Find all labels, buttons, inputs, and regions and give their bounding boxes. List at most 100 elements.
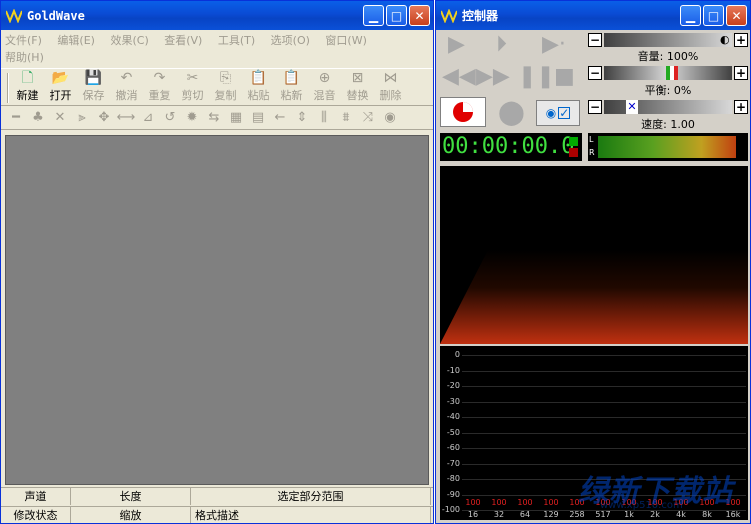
control-maximize-button[interactable]: □ — [703, 5, 724, 26]
effect-tool-icon[interactable]: ⟷ — [115, 110, 137, 125]
toolbar-button-save[interactable]: 💾 保存 — [77, 69, 110, 103]
menu-window[interactable]: 窗口(W) — [325, 32, 366, 49]
balance-knob-icon[interactable] — [666, 65, 678, 80]
eq-gridline — [462, 355, 746, 356]
play-icon: ▶ — [448, 32, 465, 57]
copy-icon: ⎘ — [219, 70, 232, 86]
radio-icon: ◉ — [545, 106, 557, 120]
effect-tool-icon[interactable]: ✹ — [181, 110, 203, 125]
eq-freq-label: 8k — [702, 510, 712, 519]
speed-knob-icon[interactable]: ✕ — [626, 99, 638, 114]
options-toggle[interactable]: ◉ ✓ — [536, 100, 580, 126]
effect-tool-icon[interactable]: ▤ — [247, 110, 269, 125]
fast-forward-button[interactable]: ▶▶ — [476, 64, 510, 89]
maximize-button[interactable]: □ — [386, 5, 407, 26]
volume-track[interactable]: ◐ — [604, 32, 732, 47]
speed-minus-button[interactable]: − — [588, 99, 602, 114]
effect-tool-icon[interactable]: ◉ — [379, 110, 401, 125]
eq-db-label: -60 — [446, 443, 460, 452]
balance-minus-button[interactable]: − — [588, 65, 602, 80]
toolbar-button-open-folder[interactable]: 📂 打开 — [44, 69, 77, 103]
toolbar-button-copy[interactable]: ⎘ 复制 — [209, 69, 242, 103]
record-button[interactable] — [440, 97, 486, 127]
effect-tool-icon[interactable]: ← — [269, 110, 291, 125]
toolbar-button-replace[interactable]: ⊠ 替换 — [341, 69, 374, 103]
effect-tool-icon[interactable]: ⇆ — [203, 110, 225, 125]
volume-knob-icon[interactable]: ◐ — [720, 33, 732, 47]
volume-minus-button[interactable]: − — [588, 32, 602, 47]
menu-view[interactable]: 查看(V) — [164, 32, 202, 49]
eq-band-value[interactable]: 100 — [460, 498, 486, 507]
eq-band-value[interactable]: 100 — [512, 498, 538, 507]
effect-tool-icon[interactable]: ⤨ — [357, 110, 379, 125]
toolbar-button-new-file[interactable]: 🗋 新建 — [11, 69, 44, 103]
transport-panel: ▶ ⏵ ▶· ◀◀ ▶▶ ❚❚ ■ ⬤ ◉ ✓ − ◐ + 音量: 100% −… — [436, 30, 750, 163]
record-new-button[interactable]: ⬤ — [498, 98, 525, 126]
maximize-icon: □ — [707, 8, 720, 23]
menu-file[interactable]: 文件(F) — [5, 32, 42, 49]
toolbar-label: 新建 — [16, 89, 39, 102]
sound-workspace[interactable] — [5, 135, 429, 485]
toolbar-button-delete[interactable]: ⋈ 删除 — [374, 69, 407, 103]
save-icon: 💾 — [84, 70, 103, 86]
play-button[interactable]: ▶ — [448, 32, 465, 57]
play-from-cursor-button[interactable]: ▶· — [542, 32, 566, 57]
menu-tools[interactable]: 工具(T) — [218, 32, 255, 49]
effect-tool-icon[interactable]: ⫸ — [71, 110, 93, 125]
rewind-button[interactable]: ◀◀ — [442, 64, 476, 89]
menu-effects[interactable]: 效果(C) — [110, 32, 148, 49]
effect-tool-icon[interactable]: ⇕ — [291, 110, 313, 125]
balance-slider[interactable]: − + — [588, 65, 748, 80]
effect-tool-icon[interactable]: ↺ — [159, 110, 181, 125]
time-display: 00:00:00.0 — [440, 133, 582, 161]
balance-plus-button[interactable]: + — [734, 65, 748, 80]
volume-slider[interactable]: − ◐ + — [588, 32, 748, 47]
menu-options[interactable]: 选项(O) — [271, 32, 310, 49]
status-format: 格式描述 — [191, 507, 431, 523]
status-modified: 修改状态 — [1, 507, 71, 523]
close-icon: ✕ — [731, 8, 742, 23]
play-selection-button[interactable]: ⏵ — [496, 32, 507, 57]
toolbar-button-scissors[interactable]: ✂ 剪切 — [176, 69, 209, 103]
toolbar-button-redo[interactable]: ↷ 重复 — [143, 69, 176, 103]
volume-plus-button[interactable]: + — [734, 32, 748, 47]
speed-slider[interactable]: − ✕ + — [588, 99, 748, 114]
toolbar-button-paste-new[interactable]: 📋 粘新 — [275, 69, 308, 103]
effect-tool-icon[interactable]: ⊿ — [137, 110, 159, 125]
eq-gridline — [462, 401, 746, 403]
eq-band-value[interactable]: 100 — [538, 498, 564, 507]
control-close-button[interactable]: ✕ — [726, 5, 747, 26]
control-titlebar[interactable]: 控制器 ▁ □ ✕ — [436, 1, 750, 30]
balance-track[interactable] — [604, 65, 732, 80]
menu-help[interactable]: 帮助(H) — [5, 49, 44, 66]
close-button[interactable]: ✕ — [409, 5, 430, 26]
effect-tool-icon[interactable]: ✥ — [93, 110, 115, 125]
effect-tool-icon[interactable]: ⫼ — [313, 110, 335, 125]
control-minimize-button[interactable]: ▁ — [680, 5, 701, 26]
redo-icon: ↷ — [153, 70, 166, 86]
stop-button[interactable]: ■ — [554, 64, 575, 89]
effect-tool-icon[interactable]: ♣ — [27, 110, 49, 125]
eq-gridline — [462, 370, 746, 372]
menu-edit[interactable]: 编辑(E) — [57, 32, 95, 49]
speed-track[interactable]: ✕ — [604, 99, 732, 114]
effect-tool-icon[interactable]: ⩩ — [335, 110, 357, 125]
eq-band-value[interactable]: 100 — [486, 498, 512, 507]
level-bar — [598, 136, 736, 158]
spectrum-visual[interactable] — [440, 166, 748, 344]
eq-db-label: -40 — [446, 412, 460, 421]
play-selection-icon: ⏵ — [496, 32, 508, 57]
toolbar-button-paste[interactable]: 📋 粘贴 — [242, 69, 275, 103]
effect-tool-icon[interactable]: ━ — [5, 110, 27, 125]
effect-tool-icon[interactable]: ▦ — [225, 110, 247, 125]
minimize-button[interactable]: ▁ — [363, 5, 384, 26]
level-right-label: R — [589, 148, 595, 157]
toolbar-button-mix[interactable]: ⊕ 混音 — [308, 69, 341, 103]
pause-button[interactable]: ❚❚ — [518, 64, 555, 89]
toolbar-label: 打开 — [49, 89, 72, 102]
eq-db-label: -10 — [446, 365, 460, 375]
speed-plus-button[interactable]: + — [734, 99, 748, 114]
toolbar-button-undo[interactable]: ↶ 撤消 — [110, 69, 143, 103]
effect-tool-icon[interactable]: ✕ — [49, 110, 71, 125]
main-titlebar[interactable]: GoldWave ▁ □ ✕ — [1, 1, 433, 30]
